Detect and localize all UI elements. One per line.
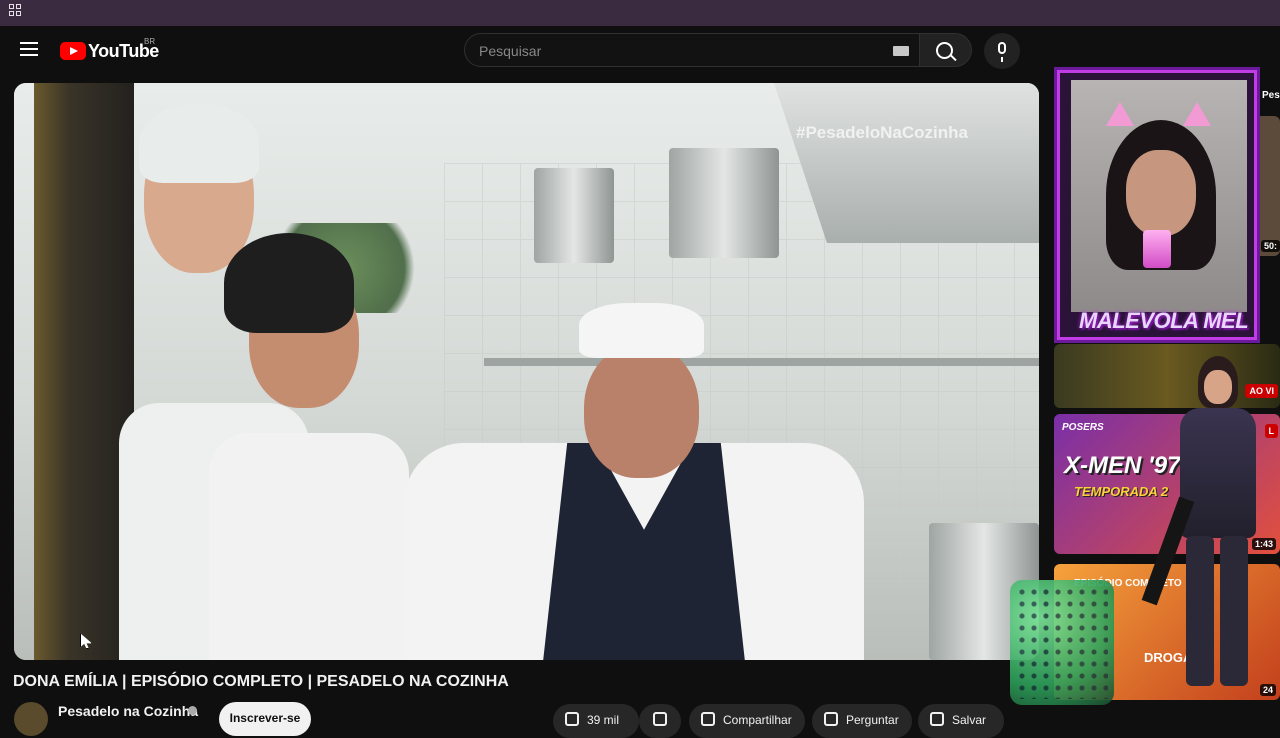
save-label: Salvar [952,713,987,727]
thumbs-down-icon [653,712,667,726]
video-title: DONA EMÍLIA | EPISÓDIO COMPLETO | PESADE… [13,673,509,690]
channel-avatar[interactable] [14,702,48,736]
xmen-brand: POSERS [1062,422,1104,433]
glowing-cup [1143,230,1171,268]
share-button[interactable]: Compartilhar [689,704,805,738]
streamer-webcam-overlay: MALEVOLA MEL [1054,67,1260,343]
youtube-play-icon [60,42,86,60]
search-input[interactable] [477,42,881,60]
save-button[interactable]: Salvar [918,704,1004,738]
soldier-character-overlay [1141,356,1276,696]
cook-middle [209,233,409,660]
pot-2 [669,148,779,258]
streamer-logo: MALEVOLA MEL [1079,308,1249,333]
browser-top-bar [0,0,1280,26]
search-button[interactable] [920,33,972,67]
video-player[interactable]: #PesadeloNaCozinha [14,83,1039,660]
pot-1 [534,168,614,263]
webcam-feed [1071,80,1247,312]
ask-label: Perguntar [846,713,899,727]
like-button[interactable]: 39 mil [553,704,639,738]
search-icon [936,42,953,59]
rec-duration-1: 50: [1260,240,1280,252]
video-hashtag-overlay: #PesadeloNaCozinha [796,123,968,142]
microphone-icon [998,42,1006,62]
thumbs-up-icon [565,712,579,726]
cat-ear-left [1106,102,1134,126]
streamer-face [1126,150,1196,236]
ask-button[interactable]: Perguntar [812,704,912,738]
share-icon [701,712,715,726]
rec-partial-title: Pesa [1262,90,1280,101]
region-code: BR [144,37,156,46]
hamburger-menu-icon[interactable] [20,42,38,56]
share-label: Compartilhar [723,713,792,727]
dislike-button[interactable] [639,704,681,738]
sparkle-icon [824,712,838,726]
subscribe-button[interactable]: Inscrever-se [219,702,311,736]
cat-ear-right [1183,102,1211,126]
apps-grid-icon[interactable] [9,4,21,16]
channel-name[interactable]: Pesadelo na Cozinha [58,703,198,719]
channel-row: Pesadelo na Cozinha Inscrever-se 39 mil … [14,700,1014,738]
save-icon [930,712,944,726]
verified-icon [188,706,197,715]
keyboard-icon[interactable] [893,46,909,56]
glowing-jar-overlay [1010,580,1114,705]
like-count: 39 mil [587,713,620,727]
search-box [464,33,920,67]
jar-pattern [1016,586,1108,699]
voice-search-button[interactable] [984,33,1020,69]
xmen-subtitle: TEMPORADA 2 [1074,484,1169,499]
chef-center [404,303,864,660]
